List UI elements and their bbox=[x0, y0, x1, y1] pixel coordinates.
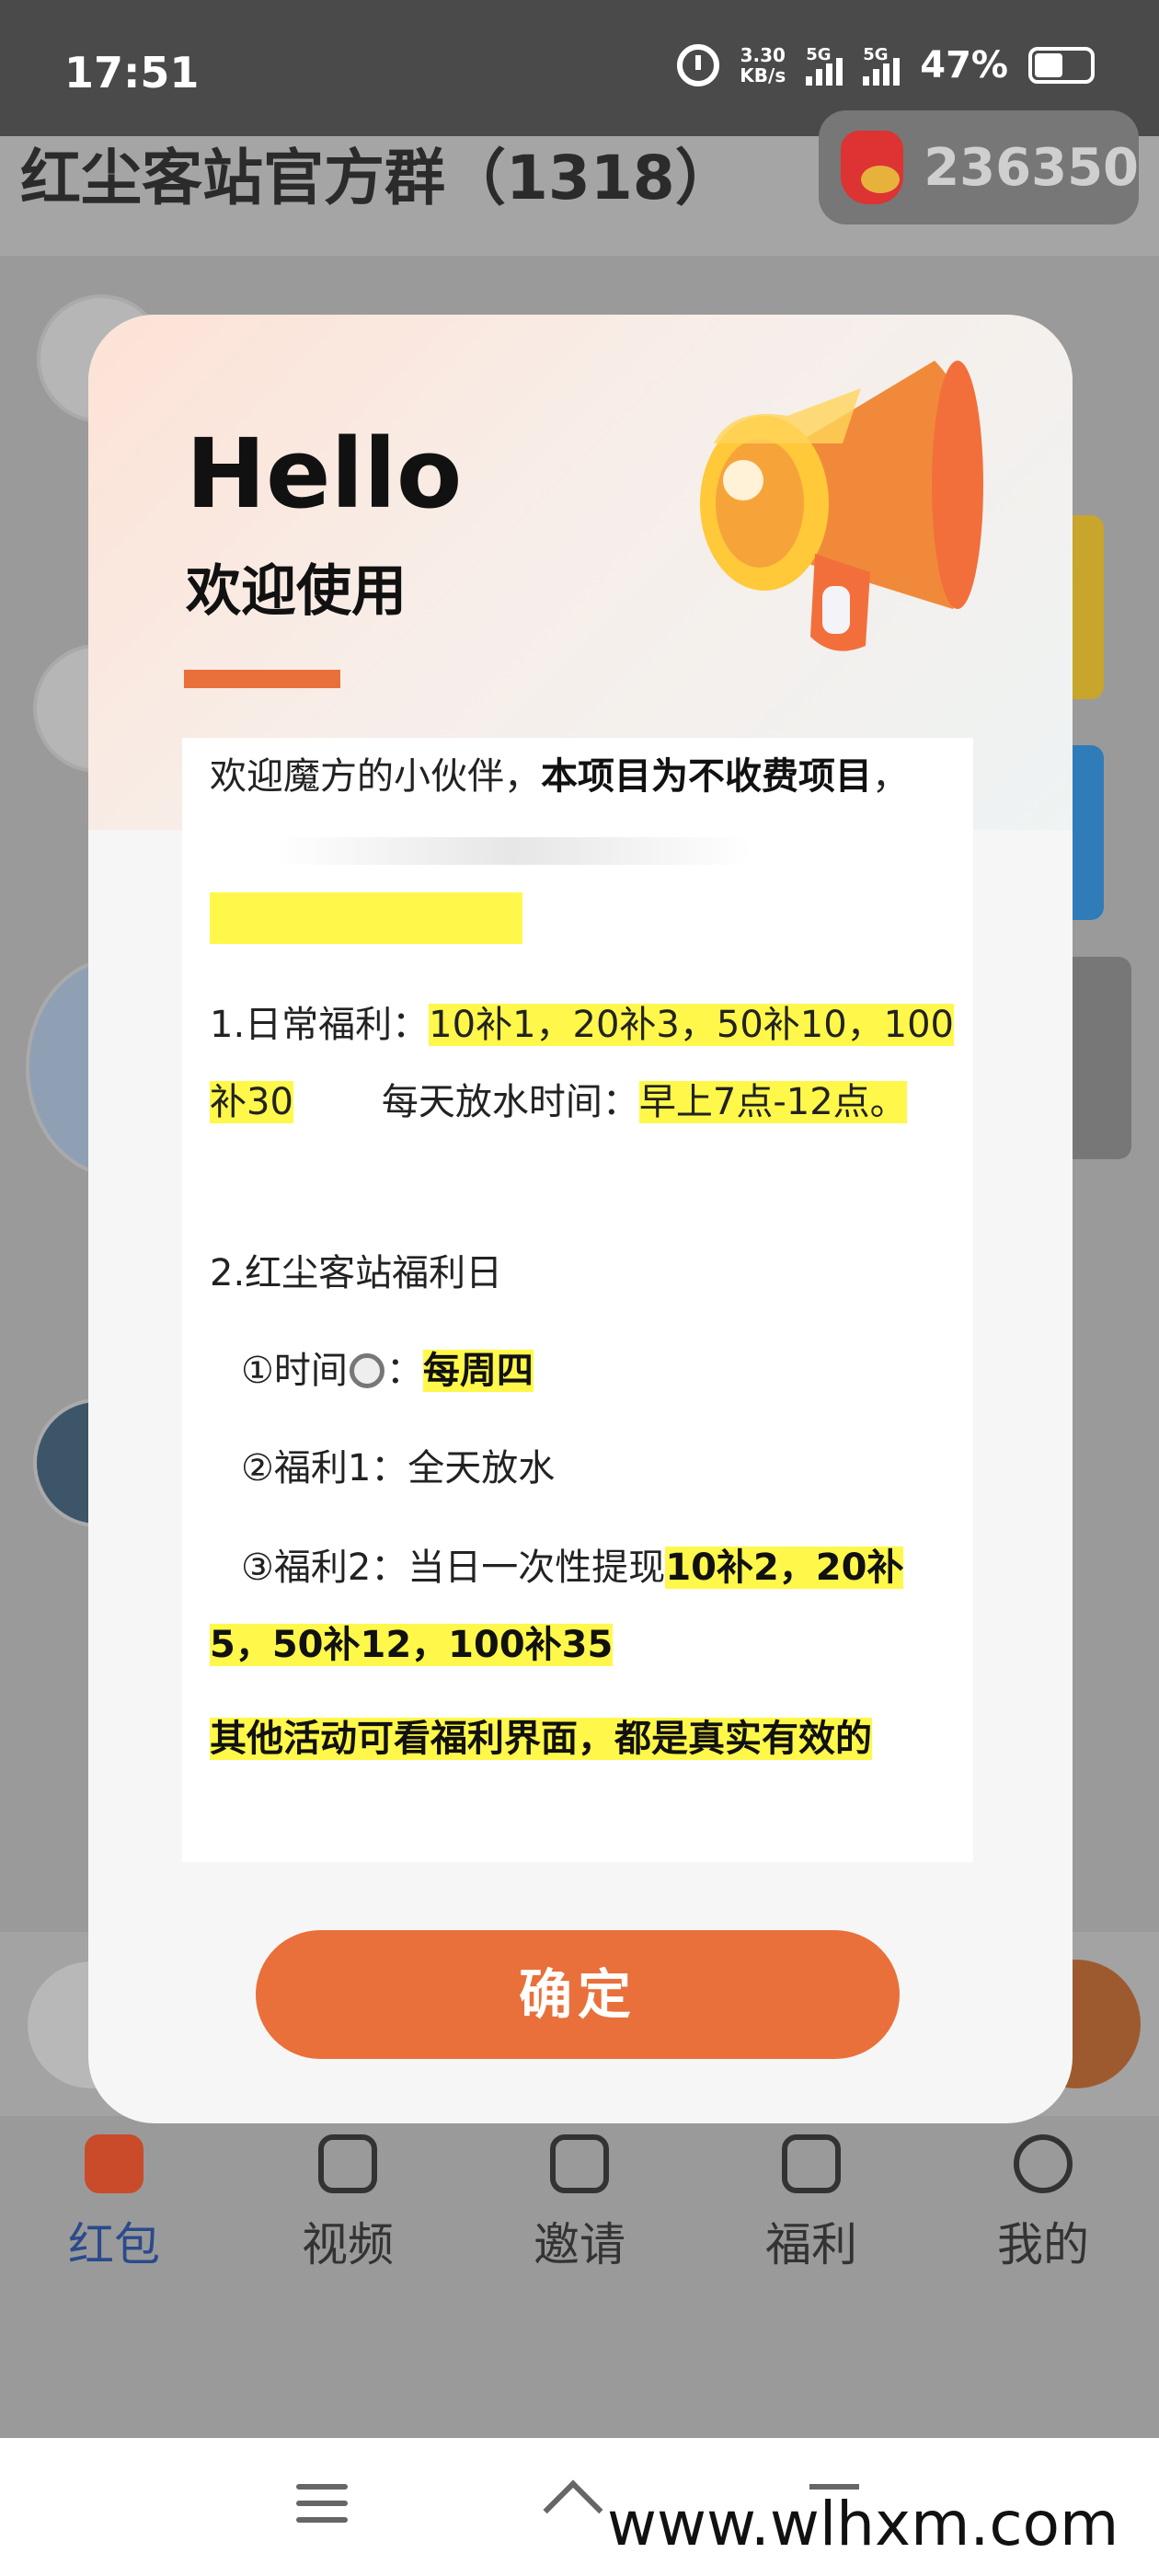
signal-label: 5G bbox=[806, 45, 832, 64]
coin-count: 236350 bbox=[924, 137, 1139, 198]
tab-label: 邀请 bbox=[534, 2218, 625, 2271]
user-icon bbox=[1014, 2134, 1073, 2193]
net-speed-unit: KB/s bbox=[740, 64, 786, 86]
battery-fill bbox=[1035, 53, 1063, 77]
status-time: 17:51 bbox=[64, 48, 200, 98]
tab-invite[interactable]: 邀请 bbox=[478, 2134, 681, 2274]
tv-icon bbox=[550, 2134, 609, 2193]
intro-tail: ， bbox=[872, 755, 909, 798]
closing-note: 其他活动可看福利界面，都是真实有效的 bbox=[210, 1700, 964, 1777]
welfare-benefit-2: ③福利2：当日一次性提现10补2，20补5，50补12，100补35 bbox=[210, 1529, 964, 1684]
announcement-content: 欢迎魔方的小伙伴，本项目为不收费项目， 1.日常福利：10补1，20补3，50补… bbox=[182, 738, 973, 1862]
tab-redpacket[interactable]: 红包 bbox=[13, 2134, 215, 2274]
status-icons: 3.30 KB/s 5G 5G 47% bbox=[677, 44, 1095, 86]
tab-video[interactable]: 视频 bbox=[247, 2134, 449, 2274]
welfare-day-time: ①时间 ：每周四 bbox=[210, 1332, 964, 1409]
watermark: www.wlhxm.com bbox=[607, 2489, 1119, 2559]
net-speed-value: 3.30 bbox=[740, 44, 786, 66]
benefit-2-label: ③福利2：当日一次性提现 bbox=[241, 1547, 666, 1589]
closing-text: 其他活动可看福利界面，都是真实有效的 bbox=[210, 1718, 872, 1760]
welfare-time-label: ①时间 bbox=[241, 1350, 348, 1392]
signal-icon: 5G bbox=[806, 45, 843, 86]
net-speed: 3.30 KB/s bbox=[740, 45, 786, 86]
intro-text: 欢迎魔方的小伙伴， bbox=[210, 755, 541, 798]
tab-welfare[interactable]: 福利 bbox=[710, 2134, 912, 2274]
watch-icon bbox=[349, 1353, 384, 1388]
welfare-time-sep: ： bbox=[385, 1350, 423, 1392]
dialog-title: Hello bbox=[186, 418, 463, 530]
welfare-time-value: 每周四 bbox=[422, 1350, 534, 1392]
alarm-icon bbox=[677, 44, 720, 86]
megaphone-icon bbox=[700, 361, 983, 651]
tab-label: 福利 bbox=[765, 2218, 857, 2271]
welfare-benefit-1: ②福利1：全天放水 bbox=[241, 1447, 556, 1489]
tab-label: 视频 bbox=[302, 2218, 394, 2271]
intro-paragraph: 欢迎魔方的小伙伴，本项目为不收费项目， bbox=[210, 738, 964, 815]
screen: 17:51 3.30 KB/s 5G 5G 47% 红尘客站官方群（1318） bbox=[0, 0, 1159, 2576]
welcome-dialog: Hello 欢迎使用 欢迎魔方的小伙伴，本项目为不收费项目， 1.日常福利：10… bbox=[88, 315, 1073, 2123]
tab-label: 红包 bbox=[68, 2218, 160, 2271]
dialog-subtitle: 欢迎使用 bbox=[186, 559, 407, 624]
group-title: 红尘客站官方群（1318） bbox=[20, 143, 736, 213]
coin-balance[interactable]: 236350 bbox=[819, 110, 1139, 224]
daily-benefit-paragraph: 1.日常福利：10补1，20补3，50补10，100补30 每天放水时间：早上7点… bbox=[210, 986, 964, 1141]
daily-benefit-label: 1.日常福利： bbox=[210, 1004, 430, 1046]
tab-mine[interactable]: 我的 bbox=[942, 2134, 1144, 2274]
highlight-block bbox=[210, 892, 522, 944]
menu-icon[interactable] bbox=[296, 2484, 348, 2523]
tab-label: 我的 bbox=[997, 2218, 1089, 2271]
blurred-text bbox=[274, 837, 752, 865]
release-time-label: 每天放水时间： bbox=[381, 1081, 639, 1123]
welfare-day-title: 2.红尘客站福利日 bbox=[210, 1252, 503, 1294]
red-envelope-icon bbox=[841, 131, 904, 204]
accent-divider bbox=[184, 670, 340, 688]
confirm-button[interactable]: 确定 bbox=[256, 1930, 900, 2059]
red-envelope-icon bbox=[85, 2134, 143, 2193]
signal-icon: 5G bbox=[863, 45, 901, 86]
release-time-value: 早上7点-12点。 bbox=[638, 1081, 907, 1123]
intro-bold-text: 本项目为不收费项目 bbox=[541, 755, 872, 798]
signal-label: 5G bbox=[863, 45, 889, 64]
battery-icon bbox=[1028, 47, 1095, 84]
video-icon bbox=[318, 2134, 377, 2193]
battery-percent: 47% bbox=[920, 44, 1008, 86]
gift-icon bbox=[782, 2134, 841, 2193]
